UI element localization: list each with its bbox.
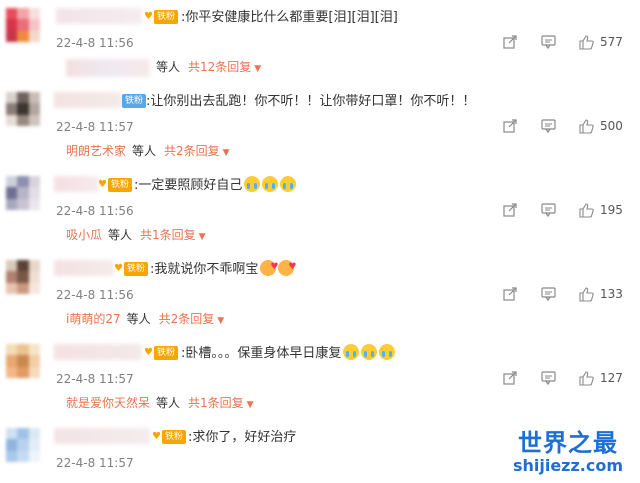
like-icon[interactable] — [578, 202, 594, 218]
comment-text: :我就说你不乖啊宝 — [150, 257, 296, 280]
reply-user[interactable]: 就是爱你天然呆 — [66, 396, 150, 410]
kiss-emoji-icon — [260, 257, 278, 277]
crying-emoji-icon — [361, 344, 378, 360]
heart-icon: ♥ — [114, 263, 123, 274]
username[interactable] — [56, 8, 142, 24]
avatar[interactable] — [6, 92, 40, 126]
username[interactable] — [54, 344, 142, 360]
comment-time: 22-4-8 11:57 — [56, 120, 134, 134]
kiss-emoji-icon — [278, 257, 296, 277]
site-watermark-logo: 世界之最 shijiezz.com — [512, 429, 624, 475]
reply-user[interactable]: 明朗艺术家 — [66, 144, 126, 158]
crying-emoji-icon — [262, 176, 279, 192]
reply-total-link[interactable]: 共2条回复 — [159, 312, 215, 326]
chevron-down-icon[interactable]: ▼ — [223, 148, 230, 158]
avatar[interactable] — [6, 428, 40, 462]
comment-item: 铁粉 :让你别出去乱跑！你不听！！让你带好口罩！你不听！！ 22-4-8 11:… — [0, 84, 640, 168]
share-icon[interactable] — [502, 286, 518, 302]
heart-icon: ♥ — [98, 179, 107, 190]
chevron-down-icon[interactable]: ▼ — [199, 232, 206, 242]
reply-total-link[interactable]: 共1条回复 — [140, 228, 196, 242]
reply-summary[interactable]: 吸小瓜 等人 共1条回复 ▼ — [66, 226, 206, 246]
fan-badge: 铁粉 — [122, 94, 147, 108]
comment-actions: 127 — [480, 370, 628, 386]
fan-badge: ♥ 铁粉 — [152, 430, 187, 444]
reply-total-link[interactable]: 共2条回复 — [164, 144, 220, 158]
fan-badge: ♥ 铁粉 — [114, 262, 149, 276]
username[interactable] — [54, 260, 114, 276]
share-icon[interactable] — [502, 118, 518, 134]
heart-icon: ♥ — [152, 431, 161, 442]
avatar[interactable] — [6, 260, 40, 294]
comment-icon[interactable] — [540, 202, 556, 218]
like-count: 127 — [600, 371, 623, 385]
reply-total-link[interactable]: 共12条回复 — [188, 60, 251, 74]
reply-user-avatar-blur — [66, 58, 150, 77]
avatar[interactable] — [6, 344, 40, 378]
comment-text: :你平安健康比什么都重要[泪][泪][泪] — [181, 10, 398, 25]
avatar[interactable] — [6, 8, 40, 42]
comment-item: ♥ 铁粉 :卧槽。。。保重身体早日康复 22-4-8 11:57 127 就是爱你… — [0, 336, 640, 420]
crying-emoji-icon — [280, 176, 297, 192]
reply-total-link[interactable]: 共1条回复 — [188, 396, 244, 410]
heart-icon: ♥ — [144, 11, 153, 22]
like-icon[interactable] — [578, 286, 594, 302]
reply-summary[interactable]: 明朗艺术家 等人 共2条回复 ▼ — [66, 142, 230, 162]
comment-icon[interactable] — [540, 118, 556, 134]
comment-time: 22-4-8 11:57 — [56, 456, 134, 470]
crying-emoji-icon — [343, 344, 360, 360]
share-icon[interactable] — [502, 34, 518, 50]
comment-time: 22-4-8 11:56 — [56, 204, 134, 218]
like-count: 133 — [600, 287, 623, 301]
avatar[interactable] — [6, 176, 40, 210]
like-count: 577 — [600, 35, 623, 49]
comment-item: ♥铁粉 :我就说你不乖啊宝 22-4-8 11:56 133 i萌萌的27等人共… — [0, 252, 640, 336]
like-count: 500 — [600, 119, 623, 133]
comment-text: :让你别出去乱跑！你不听！！让你带好口罩！你不听！！ — [146, 94, 476, 109]
reply-user[interactable]: 吸小瓜 — [66, 228, 102, 242]
like-count: 195 — [600, 203, 623, 217]
reply-summary[interactable]: 就是爱你天然呆 等人 共1条回复 ▼ — [66, 394, 254, 414]
like-icon[interactable] — [578, 370, 594, 386]
comment-time: 22-4-8 11:57 — [56, 372, 134, 386]
comment-text: :卧槽。。。保重身体早日康复 — [181, 344, 396, 364]
username[interactable] — [54, 92, 122, 108]
username[interactable] — [54, 176, 98, 192]
reply-summary[interactable]: 等人 共12条回复 ▼ — [66, 58, 261, 78]
fan-badge: ♥ 铁粉 — [98, 178, 133, 192]
crying-emoji-icon — [244, 176, 261, 192]
chevron-down-icon[interactable]: ▼ — [247, 400, 254, 410]
comment-text: :一定要照顾好自己 — [134, 176, 297, 196]
chevron-down-icon[interactable]: ▼ — [254, 64, 261, 74]
comment-icon[interactable] — [540, 370, 556, 386]
comment-time: 22-4-8 11:56 — [56, 288, 134, 302]
username[interactable] — [54, 428, 150, 444]
comment-item: ♥ 铁粉 :一定要照顾好自己 22-4-8 11:56 195 吸小瓜 等人 共1条回… — [0, 168, 640, 252]
crying-emoji-icon — [379, 344, 396, 360]
fan-badge: ♥ 铁粉 — [144, 346, 179, 360]
share-icon[interactable] — [502, 370, 518, 386]
comment-time: 22-4-8 11:56 — [56, 36, 134, 50]
chevron-down-icon[interactable]: ▼ — [217, 316, 224, 326]
reply-summary[interactable]: i萌萌的27 等人 共2条回复 ▼ — [66, 310, 224, 330]
like-icon[interactable] — [578, 34, 594, 50]
comment-icon[interactable] — [540, 34, 556, 50]
comment-actions: 195 — [480, 202, 628, 218]
heart-icon: ♥ — [144, 347, 153, 358]
comment-actions: 500 — [480, 118, 628, 134]
comment-text: :求你了，好好治疗 — [188, 430, 297, 445]
comment-actions: 133 — [480, 286, 628, 302]
comment-actions: 577 — [480, 34, 628, 50]
comment-icon[interactable] — [540, 286, 556, 302]
reply-user[interactable]: i萌萌的27 — [66, 312, 121, 326]
comment-item: ♥ 铁粉 :你平安健康比什么都重要[泪][泪][泪] 22-4-8 11:56 5… — [0, 0, 640, 84]
share-icon[interactable] — [502, 202, 518, 218]
like-icon[interactable] — [578, 118, 594, 134]
fan-badge: ♥ 铁粉 — [144, 10, 179, 24]
